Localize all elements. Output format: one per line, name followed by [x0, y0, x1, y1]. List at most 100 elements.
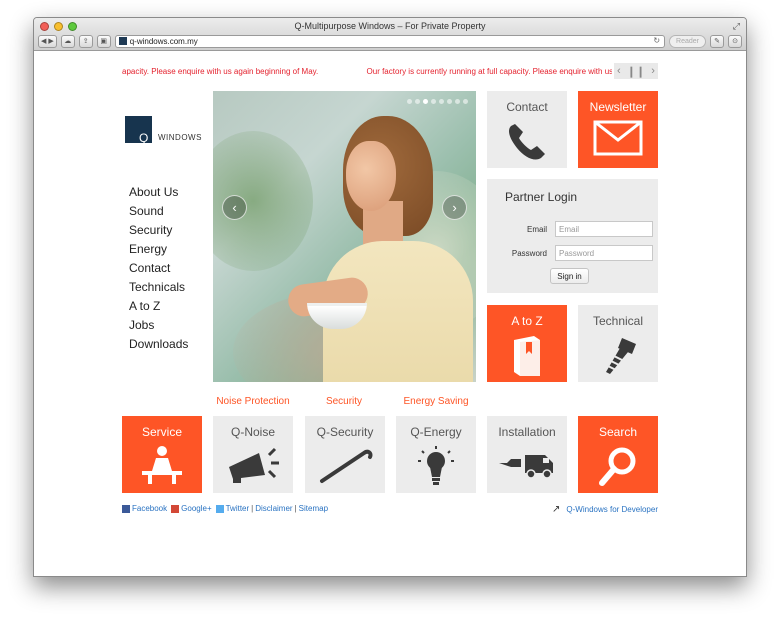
main-nav: About Us Sound Security Energy Contact T… — [129, 183, 188, 354]
icloud-icon[interactable]: ☁ — [60, 34, 75, 48]
nav-contact[interactable]: Contact — [129, 259, 188, 278]
tile-newsletter[interactable]: Newsletter — [578, 91, 658, 168]
login-title: Partner Login — [505, 190, 578, 204]
screw-icon — [606, 338, 636, 374]
category-energy-saving[interactable]: Energy Saving — [391, 396, 481, 407]
twitter-icon — [215, 504, 224, 513]
nav-security[interactable]: Security — [129, 221, 188, 240]
back-forward-button[interactable]: ◀ ▶ — [38, 34, 57, 48]
window-titlebar: Q-Multipurpose Windows – For Private Pro… — [34, 18, 746, 51]
slide-dot[interactable] — [447, 99, 452, 104]
facebook-icon — [122, 504, 130, 513]
tile-label: A to Z — [511, 314, 543, 328]
ticker-controls: ‹ ❙❙ › — [614, 63, 658, 79]
tile-label: Q-Noise — [230, 425, 275, 439]
partner-login-form: Partner Login Email Password Sign in — [487, 179, 658, 293]
address-text: q-windows.com.my — [129, 36, 198, 46]
tile-technical[interactable]: Technical — [578, 305, 658, 382]
ticker-message: apacity. Please enquire with us again be… — [122, 67, 319, 76]
nav-technicals[interactable]: Technicals — [129, 278, 188, 297]
slide-dot[interactable] — [439, 99, 444, 104]
tile-label: Installation — [498, 425, 556, 439]
tile-label: Newsletter — [589, 100, 647, 114]
tile-label: Q-Security — [316, 425, 374, 439]
pause-icon[interactable]: ❙❙ — [627, 65, 645, 78]
slide-dot[interactable] — [415, 99, 420, 104]
tile-label: Q-Energy — [410, 425, 462, 439]
tab-overview-icon[interactable]: ▣ — [96, 34, 111, 48]
phone-icon — [509, 124, 545, 160]
address-bar[interactable]: q-windows.com.my ↻ — [114, 34, 666, 48]
magnifier-icon — [599, 447, 636, 486]
share-icon[interactable]: ⇪ — [78, 34, 93, 48]
megaphone-icon — [229, 447, 279, 483]
facebook-link[interactable]: Facebook — [132, 504, 167, 513]
tile-label: Service — [141, 425, 182, 439]
sitemap-link[interactable]: Sitemap — [299, 504, 328, 513]
developer-link-wrap: ↗ Q-Windows for Developer — [552, 504, 658, 515]
nav-jobs[interactable]: Jobs — [129, 316, 188, 335]
slide-dot[interactable] — [463, 99, 468, 104]
page-content: apacity. Please enquire with us again be… — [34, 52, 746, 576]
nav-downloads[interactable]: Downloads — [129, 335, 188, 354]
tile-q-security[interactable]: Q-Security — [305, 416, 385, 493]
footer-separator: | — [251, 504, 254, 513]
logo-text: WINDOWS — [158, 133, 202, 142]
slide-dot[interactable] — [407, 99, 412, 104]
reader-button[interactable]: Reader — [669, 34, 706, 48]
site-favicon-icon — [118, 37, 127, 45]
category-security[interactable]: Security — [299, 396, 389, 407]
google-plus-link[interactable]: Google+ — [181, 504, 211, 513]
ticker-message: Our factory is currently running at full… — [366, 67, 612, 76]
slide-dot[interactable] — [423, 99, 428, 104]
password-label: Password — [511, 248, 547, 258]
developer-link[interactable]: Q-Windows for Developer — [566, 505, 658, 514]
download-icon[interactable]: ⊙ — [728, 34, 742, 48]
share-arrow-icon: ↗ — [552, 504, 561, 515]
footer-separator: | — [294, 504, 297, 513]
chevron-right-icon[interactable]: › — [651, 65, 655, 77]
tile-label: Technical — [592, 314, 644, 328]
tile-label: Search — [598, 425, 638, 439]
tile-service[interactable]: Service — [122, 416, 202, 493]
news-ticker: apacity. Please enquire with us again be… — [122, 64, 612, 80]
slide-prev-button[interactable]: ‹ — [222, 195, 247, 220]
tile-q-noise[interactable]: Q-Noise — [213, 416, 293, 493]
envelope-icon — [593, 120, 643, 156]
light-bulb-icon — [418, 446, 454, 485]
footer-links: Facebook Google+ Twitter | Disclaimer | … — [122, 504, 328, 513]
slide-indicator — [407, 99, 468, 104]
slide-dot[interactable] — [455, 99, 460, 104]
category-noise-protection[interactable]: Noise Protection — [208, 396, 298, 407]
chevron-left-icon[interactable]: ‹ — [617, 65, 621, 77]
slide-next-button[interactable]: › — [442, 195, 467, 220]
disclaimer-link[interactable]: Disclaimer — [255, 504, 292, 513]
password-field[interactable] — [555, 245, 653, 261]
reload-icon[interactable]: ↻ — [653, 36, 660, 45]
nav-energy[interactable]: Energy — [129, 240, 188, 259]
drill-and-van-icon — [499, 455, 553, 479]
nav-sound[interactable]: Sound — [129, 202, 188, 221]
crowbar-icon — [320, 449, 373, 483]
browser-toolbar: ◀ ▶ ☁ ⇪ ▣ q-windows.com.my ↻ Reader ✎ ⊙ — [38, 33, 742, 49]
nav-about-us[interactable]: About Us — [129, 183, 188, 202]
tile-q-energy[interactable]: Q-Energy — [396, 416, 476, 493]
hero-slideshow: ‹ › — [213, 91, 476, 382]
tile-search[interactable]: Search — [578, 416, 658, 493]
fullscreen-icon[interactable]: ⤢ — [733, 21, 740, 32]
email-field[interactable] — [555, 221, 653, 237]
google-plus-icon — [171, 504, 180, 513]
site-logo[interactable]: Q WINDOWS — [125, 116, 202, 145]
wrench-icon[interactable]: ✎ — [710, 34, 724, 48]
tile-contact[interactable]: Contact — [487, 91, 567, 168]
tile-a-to-z[interactable]: A to Z — [487, 305, 567, 382]
book-icon — [514, 336, 540, 376]
sign-in-button[interactable]: Sign in — [550, 268, 589, 284]
logo-mark: Q — [125, 116, 152, 145]
tile-installation[interactable]: Installation — [487, 416, 567, 493]
tile-label: Contact — [506, 100, 548, 114]
slide-dot[interactable] — [431, 99, 436, 104]
hero-photo-woman — [346, 141, 396, 211]
twitter-link[interactable]: Twitter — [226, 504, 250, 513]
nav-a-to-z[interactable]: A to Z — [129, 297, 188, 316]
